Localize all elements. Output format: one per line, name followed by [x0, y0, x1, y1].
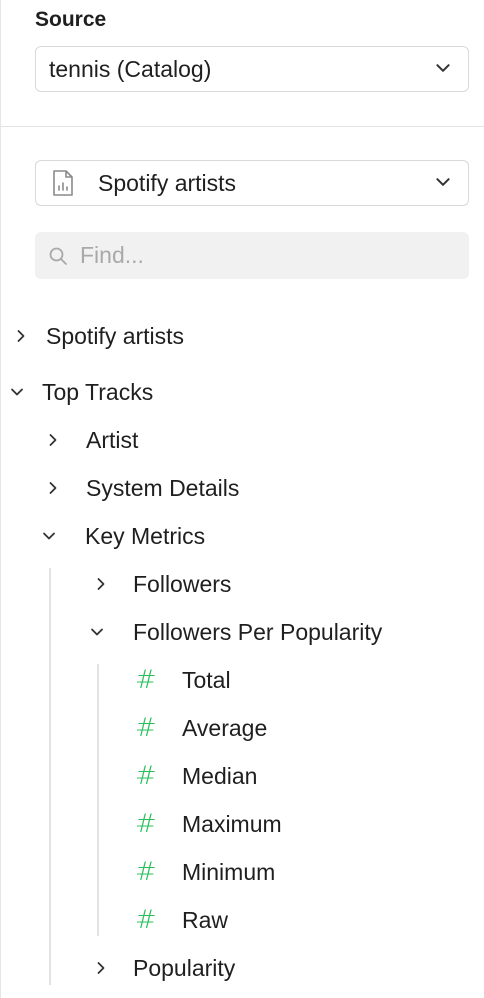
- tree-item-followers[interactable]: Followers: [93, 560, 231, 608]
- number-field-icon: #: [135, 905, 157, 935]
- tree-item-metric-total[interactable]: # Total: [135, 656, 231, 704]
- tree-item-metric-minimum[interactable]: # Minimum: [135, 848, 275, 896]
- chevron-down-icon: [11, 388, 23, 396]
- number-field-icon: #: [135, 857, 157, 887]
- tree-item-popularity[interactable]: Popularity: [93, 944, 235, 992]
- tree-item-label: Median: [182, 762, 258, 789]
- tree-item-spotify-artists[interactable]: Spotify artists: [13, 312, 184, 360]
- tree-item-label: Spotify artists: [46, 322, 185, 349]
- number-field-icon: #: [135, 713, 157, 743]
- source-select-value: tennis (Catalog): [49, 55, 212, 82]
- tree-item-label: Followers Per Popularity: [133, 618, 383, 645]
- tree-guide-line: [97, 664, 99, 936]
- tree-item-metric-median[interactable]: # Median: [135, 752, 257, 800]
- tree-item-label: Top Tracks: [42, 378, 154, 405]
- tree-item-label: Minimum: [182, 858, 276, 885]
- tree-item-label: Artist: [86, 426, 139, 453]
- tree-item-label: Key Metrics: [85, 522, 206, 549]
- number-field-icon: #: [135, 809, 157, 839]
- tree-item-followers-per-popularity[interactable]: Followers Per Popularity: [89, 608, 382, 656]
- search-icon: [49, 247, 67, 265]
- document-chart-icon: [53, 170, 73, 196]
- chevron-down-icon: [436, 178, 450, 186]
- chevron-down-icon: [91, 628, 103, 636]
- number-field-icon: #: [135, 665, 157, 695]
- tree-item-label: Raw: [182, 906, 229, 933]
- sidebar-panel: Source tennis (Catalog) Spotify artists …: [0, 0, 484, 998]
- tree-item-label: Total: [182, 666, 231, 693]
- chevron-right-icon: [97, 578, 105, 590]
- tree-item-label: Maximum: [182, 810, 282, 837]
- divider: [1, 126, 484, 127]
- tree-item-system-details[interactable]: System Details: [45, 464, 239, 512]
- tree-guide-line: [49, 568, 51, 985]
- tree-item-metric-maximum[interactable]: # Maximum: [135, 800, 282, 848]
- tree-item-label: Average: [182, 714, 268, 741]
- search-input[interactable]: [80, 242, 440, 269]
- source-label: Source: [35, 8, 107, 31]
- tree-item-key-metrics[interactable]: Key Metrics: [41, 512, 205, 560]
- chevron-right-icon: [49, 434, 57, 446]
- tree-item-label: Popularity: [133, 954, 236, 981]
- source-select[interactable]: tennis (Catalog): [35, 46, 469, 92]
- chevron-right-icon: [97, 962, 105, 974]
- chevron-down-icon: [436, 64, 450, 72]
- tree-item-metric-average[interactable]: # Average: [135, 704, 267, 752]
- dataset-select[interactable]: Spotify artists: [35, 160, 469, 206]
- tree-item-label: System Details: [86, 474, 240, 501]
- tree-item-top-tracks[interactable]: Top Tracks: [9, 368, 153, 416]
- chevron-right-icon: [17, 330, 25, 342]
- tree-item-label: Followers: [133, 570, 232, 597]
- chevron-down-icon: [43, 532, 55, 540]
- dataset-select-value: Spotify artists: [98, 169, 237, 196]
- number-field-icon: #: [135, 761, 157, 791]
- chevron-right-icon: [49, 482, 57, 494]
- search-box[interactable]: [35, 232, 469, 279]
- tree-item-artist[interactable]: Artist: [45, 416, 138, 464]
- tree-item-metric-raw[interactable]: # Raw: [135, 896, 228, 944]
